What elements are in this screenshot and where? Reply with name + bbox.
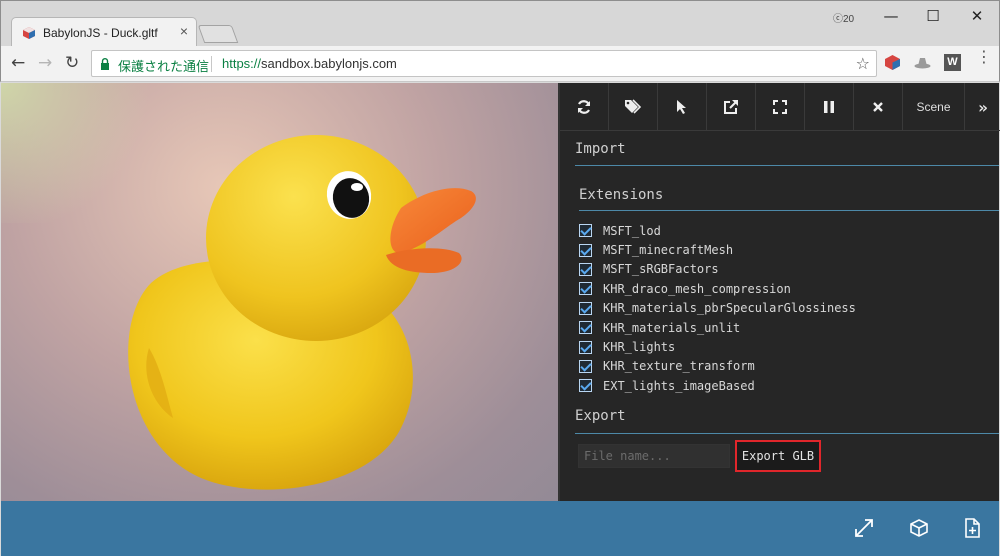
babylonjs-favicon-icon — [23, 27, 35, 39]
tags-icon — [625, 99, 642, 114]
profile-badge[interactable]: ⓒ20 — [833, 10, 854, 25]
fullscreen-icon — [773, 100, 787, 114]
extension-row: MSFT_sRGBFactors — [579, 260, 989, 279]
url-host: sandbox.babylonjs.com — [261, 56, 397, 71]
extension-label: EXT_lights_imageBased — [603, 378, 755, 393]
pointer-icon — [677, 100, 686, 114]
inspector-close-button[interactable] — [854, 83, 903, 131]
extension-row: KHR_texture_transform — [579, 357, 989, 376]
browser-titlebar: BabylonJS - Duck.gltf × ⓒ20 — ☐ ✕ — [0, 0, 1000, 47]
extension-checkbox[interactable] — [579, 262, 592, 276]
render-canvas[interactable] — [1, 83, 558, 501]
new-tab-button[interactable] — [197, 25, 239, 43]
extension-label: KHR_texture_transform — [603, 359, 755, 374]
extension-row: KHR_materials_unlit — [579, 318, 989, 337]
extension-checkbox[interactable] — [579, 379, 592, 393]
extension-checkbox[interactable] — [579, 359, 592, 373]
extension-row: EXT_lights_imageBased — [579, 376, 989, 395]
extension-checkbox[interactable] — [579, 224, 592, 238]
address-separator — [211, 56, 212, 72]
close-icon — [873, 102, 883, 112]
extension-checkbox[interactable] — [579, 321, 592, 335]
extensions-list: MSFT_lod MSFT_minecraftMesh MSFT_sRGBFacto… — [579, 221, 989, 396]
extensions-divider — [579, 210, 999, 211]
more-tabs-button[interactable]: » — [965, 83, 1000, 131]
tab-close-button[interactable]: × — [180, 23, 188, 39]
extension-label: MSFT_lod — [603, 223, 661, 238]
forward-button[interactable]: → — [38, 53, 52, 73]
reload-button[interactable]: ↻ — [65, 53, 79, 73]
maximize-button[interactable]: ☐ — [919, 5, 947, 27]
refresh-button[interactable] — [560, 83, 609, 131]
extension-checkbox[interactable] — [579, 340, 592, 354]
import-title: Import — [575, 141, 626, 157]
export-glb-button[interactable]: Export GLB — [735, 440, 821, 472]
export-divider — [575, 433, 999, 434]
extension-checkbox[interactable] — [579, 301, 592, 315]
browser-toolbar: ← → ↻ 保護された通信 https://sandbox.babylonjs.… — [0, 46, 1000, 82]
import-divider — [575, 165, 999, 166]
open-file-icon[interactable] — [961, 517, 983, 539]
security-label: 保護された通信 — [118, 59, 210, 74]
popout-icon — [724, 100, 738, 114]
minimize-button[interactable]: — — [877, 5, 905, 27]
fullscreen-button[interactable] — [756, 83, 805, 131]
bookmark-star-icon[interactable]: ☆ — [856, 54, 870, 73]
lock-icon — [101, 58, 109, 70]
extension-label: KHR_lights — [603, 340, 676, 355]
refresh-icon — [577, 100, 591, 114]
extension-row: MSFT_lod — [579, 221, 989, 240]
extensions-title: Extensions — [579, 187, 664, 203]
extension-checkbox[interactable] — [579, 282, 592, 296]
extension-checkbox[interactable] — [579, 243, 592, 257]
babylon-extension-icon[interactable] — [884, 54, 901, 71]
browser-menu-icon[interactable]: ⋮ — [976, 49, 992, 65]
url-text: https://sandbox.babylonjs.com — [222, 56, 397, 71]
pause-icon — [824, 101, 834, 113]
sandbox-footer — [1, 501, 999, 556]
extension-row: KHR_draco_mesh_compression — [579, 279, 989, 298]
inspector-cube-icon[interactable] — [908, 517, 930, 539]
extension-label: KHR_materials_pbrSpecularGlossiness — [603, 301, 856, 316]
extension-label: MSFT_sRGBFactors — [603, 262, 719, 277]
address-bar[interactable]: 保護された通信 https://sandbox.babylonjs.com ☆ — [91, 50, 877, 77]
inspector-toolbar: Scene » — [560, 83, 1000, 131]
duck-model — [128, 135, 476, 490]
export-title: Export — [575, 408, 626, 424]
browser-tab[interactable]: BabylonJS - Duck.gltf × — [11, 17, 197, 47]
tab-title: BabylonJS - Duck.gltf — [43, 26, 158, 40]
tags-button[interactable] — [609, 83, 658, 131]
popout-button[interactable] — [707, 83, 756, 131]
extension-label: KHR_materials_unlit — [603, 320, 741, 335]
inspector-panel: Scene » Import Extensions MSFT_lod MSFT_m… — [558, 83, 1000, 501]
back-button[interactable]: ← — [11, 53, 25, 73]
fullscreen-expand-icon[interactable] — [853, 517, 875, 539]
window-close-button[interactable]: ✕ — [963, 5, 991, 27]
url-scheme: https:// — [222, 56, 262, 71]
extension-label: KHR_draco_mesh_compression — [603, 281, 791, 296]
hat-extension-icon[interactable] — [914, 54, 931, 71]
duck-eye-highlight — [351, 183, 363, 191]
tab-scene[interactable]: Scene — [903, 83, 965, 131]
extension-row: KHR_materials_pbrSpecularGlossiness — [579, 299, 989, 318]
extension-row: KHR_lights — [579, 337, 989, 356]
pick-button[interactable] — [658, 83, 707, 131]
pause-button[interactable] — [805, 83, 854, 131]
file-name-input[interactable] — [578, 444, 730, 468]
extension-row: MSFT_minecraftMesh — [579, 240, 989, 259]
extension-label: MSFT_minecraftMesh — [603, 243, 734, 258]
w-extension-icon[interactable]: W — [944, 54, 961, 71]
